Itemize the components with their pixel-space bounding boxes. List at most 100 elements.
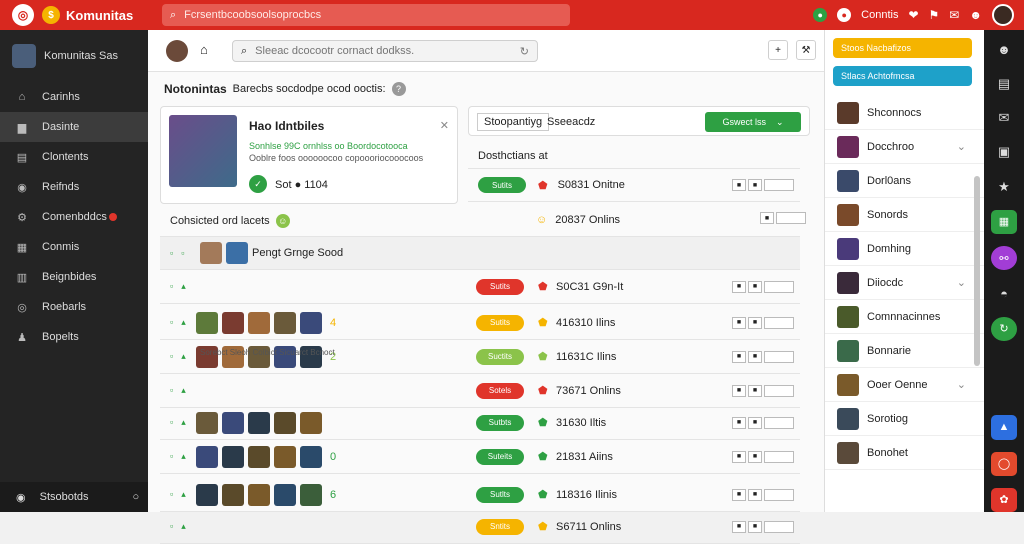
heart-icon[interactable]: ❤ bbox=[908, 8, 918, 22]
star-icon[interactable]: ★ bbox=[992, 176, 1016, 198]
table-row[interactable]: ▫ ▴ 2 Suctits ⬟ 11631C Ilins ■ ■ bbox=[160, 340, 800, 374]
ctrl-b[interactable]: ■ bbox=[748, 280, 762, 293]
row-pill[interactable]: Sutlts bbox=[476, 486, 524, 503]
add-icon[interactable]: + bbox=[768, 40, 788, 60]
panel-list-item[interactable]: Domhing bbox=[825, 232, 984, 266]
ctrl-b[interactable]: ■ bbox=[748, 316, 762, 329]
game-thumbnail[interactable] bbox=[222, 483, 244, 506]
game-thumbnail[interactable] bbox=[300, 445, 322, 468]
ctrl-c[interactable] bbox=[764, 450, 794, 463]
user-avatar[interactable] bbox=[992, 4, 1014, 26]
ctrl-a[interactable]: ■ bbox=[732, 520, 746, 533]
panel-list-item[interactable]: Diiocdc ⌄ bbox=[825, 266, 984, 300]
row-pill[interactable]: Suctits bbox=[476, 348, 524, 365]
table-row[interactable]: ▫ ▴ Sutits ⬟ S0C31 G9n-It ■ ■ bbox=[160, 270, 800, 304]
ctrl-a[interactable]: ■ bbox=[732, 280, 746, 293]
sidebar-item-1[interactable]: ▆ Dasinte bbox=[0, 112, 148, 142]
panel-list-item[interactable]: Comnnacinnes bbox=[825, 300, 984, 334]
sidebar-item-7[interactable]: ◎ Roebarls bbox=[0, 292, 148, 322]
ctrl-a[interactable]: ■ bbox=[732, 350, 746, 363]
sub-avatar[interactable] bbox=[166, 40, 188, 62]
game-thumbnail[interactable] bbox=[196, 483, 218, 506]
panel-list-item[interactable]: Ooer Oenne ⌄ bbox=[825, 368, 984, 402]
ctrl-b[interactable]: ■ bbox=[748, 350, 762, 363]
flower-icon[interactable]: ✿ bbox=[991, 487, 1017, 512]
sub-search-bar[interactable]: ⌕ ↻ bbox=[232, 40, 538, 62]
table-row[interactable]: ▫ ▴ Sntits ⬟ S6711 Onlins ■ ■ bbox=[160, 510, 800, 544]
ctrl-b[interactable]: ■ bbox=[748, 488, 762, 501]
table-row[interactable]: ▫ ▴ Sutbts ⬟ 31630 Iltis ■ ■ bbox=[160, 406, 800, 440]
panel-list-item[interactable]: Docchroo ⌄ bbox=[825, 130, 984, 164]
help-icon[interactable]: ? bbox=[391, 82, 406, 96]
ctrl-c[interactable] bbox=[764, 316, 794, 329]
filter-dropdown-button[interactable]: Gswect lss ⌄ bbox=[705, 112, 801, 132]
game-thumbnail[interactable] bbox=[196, 311, 218, 334]
chevron-down-icon[interactable]: ⌄ bbox=[957, 276, 966, 289]
ctrl-b[interactable]: ■ bbox=[748, 384, 762, 397]
spreadsheet-icon[interactable]: ▦ bbox=[991, 209, 1017, 235]
ctrl-a[interactable]: ■ bbox=[732, 384, 746, 397]
ctrl-a[interactable]: ■ bbox=[760, 212, 774, 224]
table-row[interactable]: ▫ ▴ 0 Suteits ⬟ 21831 Aiins ■ ■ bbox=[160, 440, 800, 474]
game-thumbnail[interactable] bbox=[274, 411, 296, 434]
refresh-icon[interactable]: ↻ bbox=[991, 316, 1017, 341]
game-thumbnail[interactable] bbox=[222, 411, 244, 434]
chat-icon[interactable]: ☻ bbox=[969, 8, 982, 22]
filter-tab[interactable]: Stoopantiyg bbox=[477, 113, 550, 131]
sidebar-footer[interactable]: ◉ Stsobotds ○ bbox=[0, 482, 148, 512]
sidebar-user[interactable]: Komunitas Sas bbox=[0, 30, 148, 82]
gift-icon[interactable]: ✉ bbox=[949, 8, 959, 22]
row-pill[interactable]: Sutbts bbox=[476, 414, 524, 431]
game-thumbnail[interactable] bbox=[248, 311, 270, 334]
ctrl-c[interactable] bbox=[764, 520, 794, 533]
ctrl-a[interactable]: ■ bbox=[732, 416, 746, 429]
sub-search-input[interactable] bbox=[255, 45, 516, 57]
sidebar-item-8[interactable]: ♟ Bopelts bbox=[0, 322, 148, 352]
row-pill[interactable]: Suteits bbox=[476, 448, 524, 465]
ctrl-b[interactable] bbox=[776, 212, 806, 224]
ctrl-a[interactable]: ■ bbox=[732, 450, 746, 463]
ctrl-a[interactable]: ■ bbox=[732, 488, 746, 501]
game-thumbnail[interactable] bbox=[300, 411, 322, 434]
sidebar-item-2[interactable]: ▤ Clontents bbox=[0, 142, 148, 172]
panel-list-item[interactable]: Bonnarie bbox=[825, 334, 984, 368]
drive-icon[interactable]: ▲ bbox=[991, 415, 1017, 440]
sidebar-item-6[interactable]: ▥ Beignbides bbox=[0, 262, 148, 292]
ctrl-a[interactable]: ■ bbox=[732, 179, 746, 191]
row-pill[interactable]: Sotels bbox=[476, 382, 524, 399]
refresh-icon[interactable]: ↻ bbox=[520, 45, 529, 58]
app-logo[interactable]: ◎ bbox=[12, 4, 34, 26]
game-thumbnail[interactable] bbox=[196, 411, 218, 434]
ctrl-a[interactable]: ■ bbox=[732, 316, 746, 329]
ctrl-c[interactable] bbox=[764, 350, 794, 363]
chevron-down-icon[interactable]: ⌄ bbox=[957, 140, 966, 153]
grid-icon[interactable]: ▤ bbox=[992, 72, 1016, 94]
row-pill[interactable]: Sutits bbox=[476, 278, 524, 295]
status-pill[interactable]: Sutits bbox=[478, 177, 526, 193]
panel-list-item[interactable]: Bonohet bbox=[825, 436, 984, 470]
chevron-down-icon[interactable]: ⌄ bbox=[957, 378, 966, 391]
close-icon[interactable]: ✕ bbox=[440, 119, 449, 132]
ctrl-b[interactable]: ■ bbox=[748, 416, 762, 429]
row-pill[interactable]: Sntits bbox=[476, 518, 524, 535]
ctrl-c[interactable] bbox=[764, 488, 794, 501]
document-icon[interactable]: ▣ bbox=[992, 141, 1016, 163]
ctrl-c[interactable] bbox=[764, 384, 794, 397]
panel-button-yellow[interactable]: Stoos Nacbafizos bbox=[833, 38, 972, 58]
game-thumbnail[interactable] bbox=[274, 483, 296, 506]
sidebar-item-4[interactable]: ⚙ Comenbddcs bbox=[0, 202, 148, 232]
ctrl-b[interactable]: ■ bbox=[748, 450, 762, 463]
game-thumbnail[interactable] bbox=[196, 445, 218, 468]
home-icon[interactable]: ⌂ bbox=[200, 42, 208, 57]
bookmark-icon[interactable]: ⚑ bbox=[929, 8, 940, 22]
ctrl-b[interactable]: ■ bbox=[748, 179, 762, 191]
game-thumbnail[interactable] bbox=[222, 311, 244, 334]
panel-scrollbar[interactable] bbox=[974, 176, 980, 366]
ctrl-b[interactable]: ■ bbox=[748, 520, 762, 533]
panel-list-item[interactable]: Sorotiog bbox=[825, 402, 984, 436]
sidebar-item-3[interactable]: ◉ Reifnds bbox=[0, 172, 148, 202]
cup-icon[interactable]: ◓ bbox=[992, 282, 1016, 304]
game-thumbnail[interactable] bbox=[300, 483, 322, 506]
sidebar-item-0[interactable]: ⌂ Carinhs bbox=[0, 82, 148, 112]
panel-list-item[interactable]: Dorl0ans bbox=[825, 164, 984, 198]
